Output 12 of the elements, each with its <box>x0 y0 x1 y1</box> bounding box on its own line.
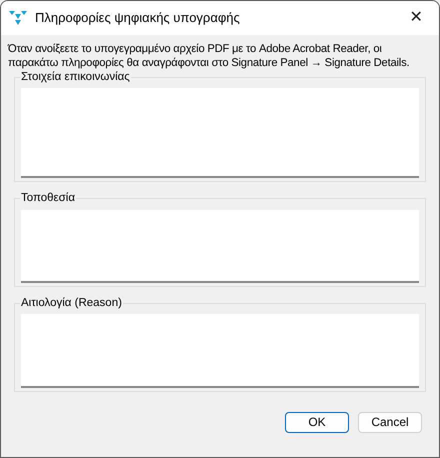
dialog-button[interactable]: Cancel <box>358 412 422 433</box>
group-label: Τοποθεσία <box>20 191 76 206</box>
group-label: Αιτιολογία (Reason) <box>20 296 123 310</box>
text-area[interactable] <box>21 314 419 388</box>
dialog-button[interactable]: OK <box>285 412 349 433</box>
logo-icon <box>9 11 27 25</box>
text-area[interactable] <box>21 210 419 282</box>
close-button[interactable]: ✕ <box>393 1 439 35</box>
text-area[interactable] <box>21 88 419 178</box>
group-label: Στοιχεία επικοινωνίας <box>20 70 131 85</box>
window-title: Πληροφορίες ψηφιακής υπογραφής <box>35 9 240 28</box>
intro-text: Όταν ανοίξεετε το υπογεγραμμένο αρχείο PDF με το Adobe Acrobat Reader, οι παρακάτω πληροφορίες θα αναγράφονται στο Signature Panel → Signature Details. <box>6 42 410 70</box>
